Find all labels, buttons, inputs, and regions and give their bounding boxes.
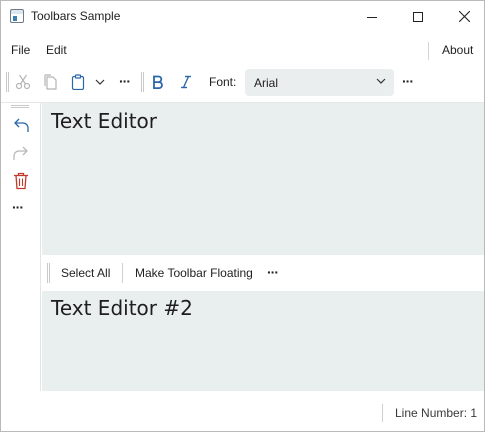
clipboard-icon [71,74,85,90]
title-bar: Toolbars Sample [1,1,484,32]
editor-1-text: Text Editor [51,109,157,133]
make-toolbar-floating-button[interactable]: Make Toolbar Floating [135,266,253,280]
redo-icon [13,146,28,160]
vertical-toolbar: ··· [1,103,41,391]
app-window: Toolbars Sample File Edit About ··· Font… [0,0,485,432]
delete-button[interactable] [10,170,32,192]
select-all-button[interactable]: Select All [61,266,110,280]
toolbar-grip-2[interactable] [141,72,144,92]
secondary-toolbar-grip[interactable] [47,263,50,283]
italic-button[interactable] [175,71,197,93]
font-select-value: Arial [254,76,279,90]
toolbar-grip[interactable] [6,72,9,92]
menu-separator [428,42,429,60]
cut-button[interactable] [12,71,34,93]
font-label: Font: [209,75,237,89]
menu-file[interactable]: File [11,43,30,57]
vertical-toolbar-grip[interactable] [11,105,29,108]
italic-icon [181,75,191,89]
status-separator [382,404,383,422]
chevron-down-icon [95,79,105,85]
toolbar-more-button[interactable]: ··· [119,73,131,89]
text-editor-1[interactable]: Text Editor [42,103,484,255]
bold-icon [153,75,163,89]
copy-icon [44,74,57,90]
minimize-button[interactable] [349,1,395,32]
secondary-toolbar-separator [122,263,123,283]
app-icon [10,9,24,23]
undo-button[interactable] [10,115,32,137]
scissors-icon [15,74,31,90]
bold-button[interactable] [147,71,169,93]
menu-edit[interactable]: Edit [46,43,67,57]
paste-dropdown-button[interactable] [92,71,108,93]
close-icon [458,11,470,22]
vertical-toolbar-more-button[interactable]: ··· [12,199,24,215]
main-toolbar: ··· Font: Arial ··· [1,66,484,98]
font-select[interactable]: Arial [245,69,394,96]
undo-icon [14,118,29,132]
window-title: Toolbars Sample [31,9,121,23]
secondary-toolbar: Select All Make Toolbar Floating ··· [42,257,484,289]
chevron-down-icon [376,78,386,84]
maximize-button[interactable] [395,1,441,32]
maximize-icon [413,11,423,22]
line-number-status: Line Number: 1 [395,406,478,420]
menu-about[interactable]: About [442,43,473,57]
text-editor-2[interactable]: Text Editor #2 [42,291,484,391]
status-bar: Line Number: 1 [1,392,484,431]
copy-button[interactable] [39,71,61,93]
editor-2-text: Text Editor #2 [51,296,193,320]
close-button[interactable] [441,1,484,32]
paste-button[interactable] [67,71,89,93]
menu-bar: File Edit About [1,40,484,62]
redo-button[interactable] [10,143,32,165]
toolbar-overflow-button[interactable]: ··· [402,73,414,89]
minimize-icon [367,16,377,18]
secondary-toolbar-more-button[interactable]: ··· [267,264,279,280]
trash-icon [14,172,28,190]
